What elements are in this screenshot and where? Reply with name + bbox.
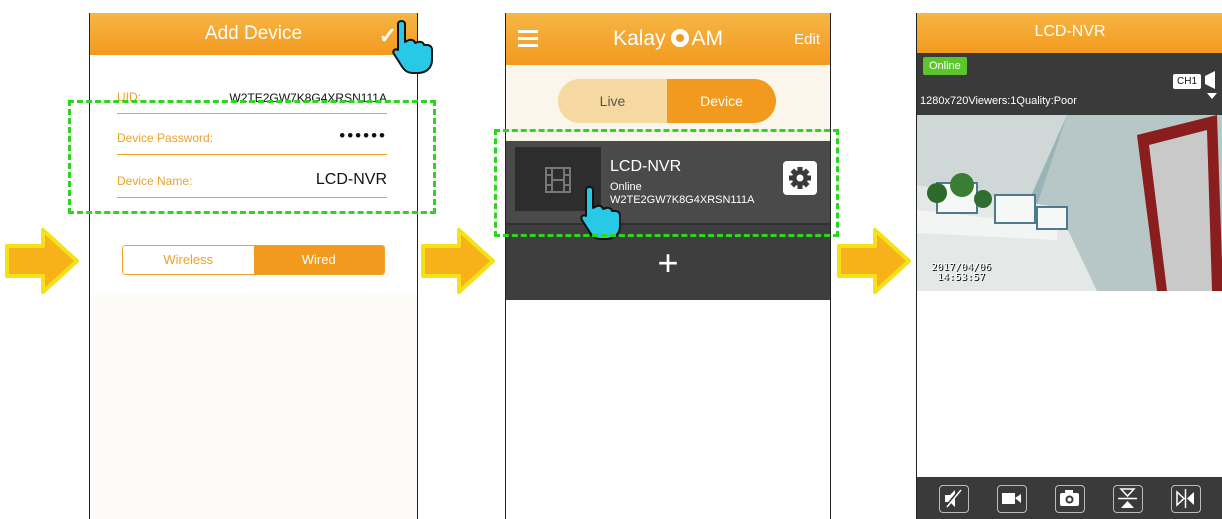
camera-speaker-icon[interactable] xyxy=(1203,71,1222,101)
app-logo-title: Kalay AM xyxy=(506,27,830,51)
channel-selector[interactable]: CH1 xyxy=(1173,74,1202,89)
connection-type-toggle: Wireless Wired xyxy=(122,245,385,275)
flip-horizontal-icon[interactable] xyxy=(1171,485,1201,513)
edit-button[interactable]: Edit xyxy=(794,31,820,48)
logo-text-right: AM xyxy=(691,27,723,50)
arrow-right-icon xyxy=(837,228,911,294)
app-header: Add Device ✓ xyxy=(90,13,417,55)
arrow-right-icon xyxy=(5,228,79,294)
wireless-option[interactable]: Wireless xyxy=(123,246,254,274)
page-title: LCD-NVR xyxy=(1034,23,1106,40)
app-header: LCD-NVR xyxy=(917,13,1222,53)
device-list-screen: Kalay AM Edit Live Device LCD-NVR Online… xyxy=(505,13,831,519)
record-icon[interactable] xyxy=(997,485,1027,513)
stream-info-bar: Online 1280x720Viewers:1Quality:Poor CH1 xyxy=(917,53,1222,115)
tab-live[interactable]: Live xyxy=(558,79,667,123)
control-toolbar xyxy=(917,477,1222,519)
stream-stats: 1280x720Viewers:1Quality:Poor xyxy=(920,95,1077,107)
highlight-box xyxy=(68,100,436,214)
live-view-screen: LCD-NVR Online 1280x720Viewers:1Quality:… xyxy=(916,13,1222,519)
app-header: Kalay AM Edit xyxy=(506,13,830,65)
flip-vertical-icon[interactable] xyxy=(1113,485,1143,513)
hand-pointer-icon xyxy=(392,20,433,74)
video-feed[interactable]: 2017/04/06 14:53:57 xyxy=(917,115,1222,291)
mute-icon[interactable] xyxy=(939,485,969,513)
video-timestamp: 2017/04/06 14:53:57 xyxy=(931,263,991,283)
camera-logo-icon xyxy=(671,29,691,47)
video-time: 14:53:57 xyxy=(937,272,986,283)
wired-option[interactable]: Wired xyxy=(253,246,384,274)
live-device-toggle: Live Device xyxy=(558,79,776,123)
arrow-right-icon xyxy=(421,228,495,294)
logo-text-left: Kalay xyxy=(613,27,666,50)
snapshot-icon[interactable] xyxy=(1055,485,1085,513)
page-title: Add Device xyxy=(204,23,303,44)
add-device-screen: Add Device ✓ UID: W2TE2GW7K8G4XRSN111A D… xyxy=(89,13,418,519)
highlight-box xyxy=(494,129,839,237)
tab-device[interactable]: Device xyxy=(667,79,776,123)
status-badge: Online xyxy=(923,57,967,75)
